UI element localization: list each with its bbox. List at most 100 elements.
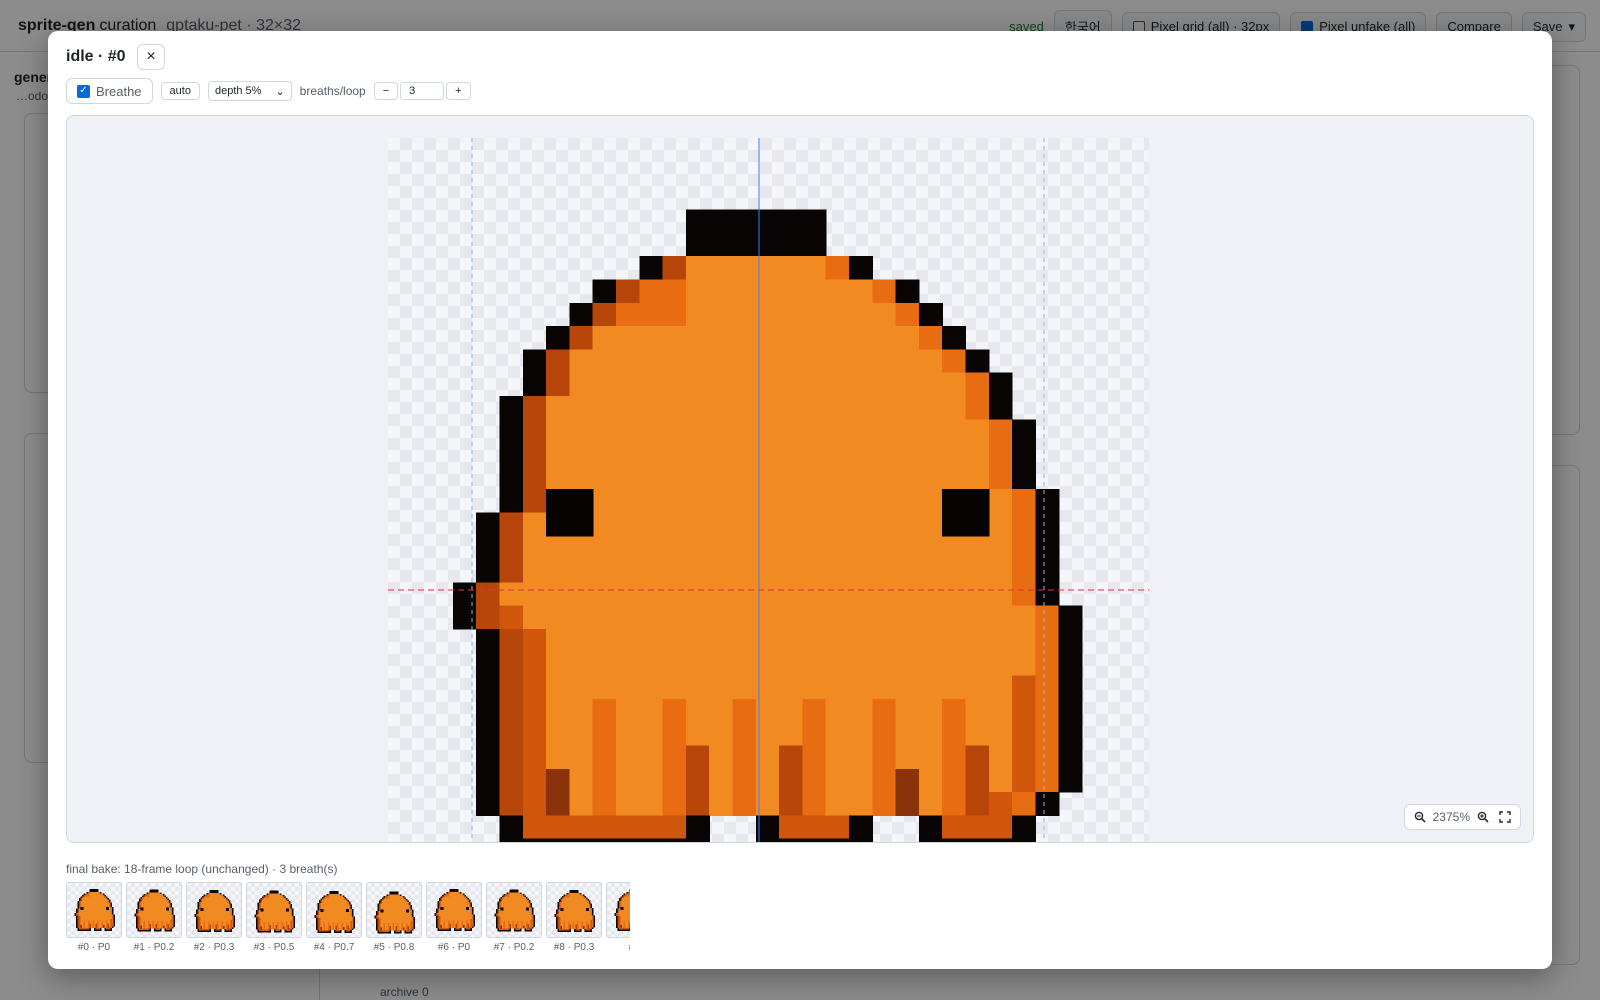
thumb-pixel xyxy=(410,907,413,910)
thumb-pixel xyxy=(110,911,113,914)
sprite-pixel xyxy=(546,512,570,537)
sprite-pixel xyxy=(709,582,734,607)
thumb-pixel xyxy=(86,916,89,918)
thumb-pixel xyxy=(353,922,356,924)
thumb-pixel xyxy=(292,916,294,918)
thumb-pixel xyxy=(142,895,144,898)
frame-thumb[interactable]: #3 · P0.5 xyxy=(246,882,302,962)
thumb-pixel xyxy=(151,892,153,895)
thumb-pixel xyxy=(344,919,347,921)
thumb-pixel xyxy=(277,929,279,932)
thumb-pixel xyxy=(107,898,110,900)
thumb-pixel xyxy=(380,901,383,904)
thumb-pixel xyxy=(328,905,330,908)
thumb-pixel xyxy=(98,922,101,924)
sprite-pixel xyxy=(849,396,873,420)
thumb-pixel xyxy=(143,922,146,925)
zoom-in-icon[interactable] xyxy=(1474,808,1492,826)
thumb-pixel xyxy=(154,919,156,922)
thumb-pixel xyxy=(163,906,165,908)
thumb-pixel xyxy=(446,910,449,912)
thumb-pixel xyxy=(197,918,200,920)
thumb-pixel xyxy=(329,892,332,894)
thumb-pixel xyxy=(268,911,270,914)
sprite-pixel xyxy=(918,698,943,723)
thumb-pixel xyxy=(202,928,204,931)
breathe-checkbox[interactable]: ✓ xyxy=(77,84,90,98)
thumb-pixel xyxy=(157,892,159,895)
thumb-pixel xyxy=(146,906,149,908)
thumb-pixel xyxy=(445,905,447,908)
thumb-pixel xyxy=(206,915,209,917)
thumb-pixel xyxy=(449,917,452,920)
thumb-pixel xyxy=(260,905,263,908)
depth-select[interactable]: depth 5% ⌄ xyxy=(207,81,292,101)
frame-thumb[interactable]: #0 · P0 xyxy=(66,882,122,962)
thumb-pixel xyxy=(328,893,330,896)
thumb-pixel xyxy=(293,919,296,921)
thumb-pixel xyxy=(104,925,107,927)
sprite-viewer[interactable]: 2375% xyxy=(66,115,1534,843)
thumb-pixel xyxy=(203,913,206,916)
thumb-pixel xyxy=(137,927,140,929)
thumb-pixel xyxy=(269,905,272,908)
sprite-pixel xyxy=(895,722,920,747)
close-button[interactable]: × xyxy=(137,44,165,70)
thumb-pixel xyxy=(263,905,266,908)
thumb-pixel xyxy=(160,919,162,922)
fullscreen-icon[interactable] xyxy=(1496,808,1514,826)
frame-thumb[interactable]: #7 · P0.2 xyxy=(486,882,542,962)
thumb-pixel xyxy=(454,917,456,920)
breaths-input[interactable]: 3 xyxy=(400,82,445,100)
thumb-pixel xyxy=(98,908,101,911)
thumb-pixel xyxy=(337,929,339,932)
decrement-button[interactable]: − xyxy=(373,82,399,100)
thumb-pixel xyxy=(278,929,281,932)
frame-thumb[interactable]: #4 · P0.7 xyxy=(306,882,362,962)
sprite-pixel xyxy=(1012,442,1036,467)
sprite-pixel xyxy=(732,279,757,304)
sprite-pixel xyxy=(918,605,943,630)
thumb-pixel xyxy=(346,931,348,933)
thumb-pixel xyxy=(461,896,464,899)
thumb-pixel xyxy=(112,917,114,920)
increment-button[interactable]: + xyxy=(446,82,471,100)
thumb-pixel xyxy=(148,928,150,931)
thumb-pixel xyxy=(325,908,327,911)
sprite-pixel xyxy=(616,442,640,467)
frame-thumb[interactable]: #6 · P0 xyxy=(426,882,482,962)
thumb-pixel xyxy=(353,923,356,926)
thumb-pixel xyxy=(395,894,398,896)
thumb-pixel xyxy=(275,890,278,893)
thumb-pixel xyxy=(460,919,462,921)
thumb-pixel xyxy=(208,921,210,923)
sprite-canvas[interactable] xyxy=(388,138,1149,842)
frame-thumb[interactable]: #1 · P0.2 xyxy=(126,882,182,962)
sprite-pixel xyxy=(616,279,640,304)
thumb-pixel xyxy=(278,898,281,900)
thumb-pixel xyxy=(95,889,98,891)
thumb-pixel xyxy=(257,904,260,906)
thumb-pixel xyxy=(94,926,96,929)
thumb-pixel xyxy=(152,921,155,923)
thumb-pixel xyxy=(517,892,519,895)
thumb-pixel xyxy=(460,923,462,926)
sprite-pixel xyxy=(802,512,827,537)
thumb-pixel xyxy=(449,913,452,915)
thumb-pixel xyxy=(329,914,332,917)
thumb-pixel xyxy=(88,928,90,930)
thumb-pixel xyxy=(460,892,462,894)
sprite-pixel xyxy=(849,815,873,840)
breathe-toggle[interactable]: ✓ Breathe xyxy=(66,78,153,104)
sprite-pixel xyxy=(592,792,617,816)
thumb-pixel xyxy=(329,920,332,923)
auto-button[interactable]: auto xyxy=(160,82,200,100)
frame-thumb[interactable]: #2 · P0.3 xyxy=(186,882,242,962)
thumb-pixel xyxy=(379,901,381,904)
sprite-pixel xyxy=(639,279,664,304)
thumb-pixel xyxy=(332,922,335,924)
zoom-out-icon[interactable] xyxy=(1411,808,1429,826)
frame-thumb[interactable]: #5 · P0.8 xyxy=(366,882,422,962)
thumb-pixel xyxy=(400,925,402,928)
thumb-pixel xyxy=(85,907,87,909)
